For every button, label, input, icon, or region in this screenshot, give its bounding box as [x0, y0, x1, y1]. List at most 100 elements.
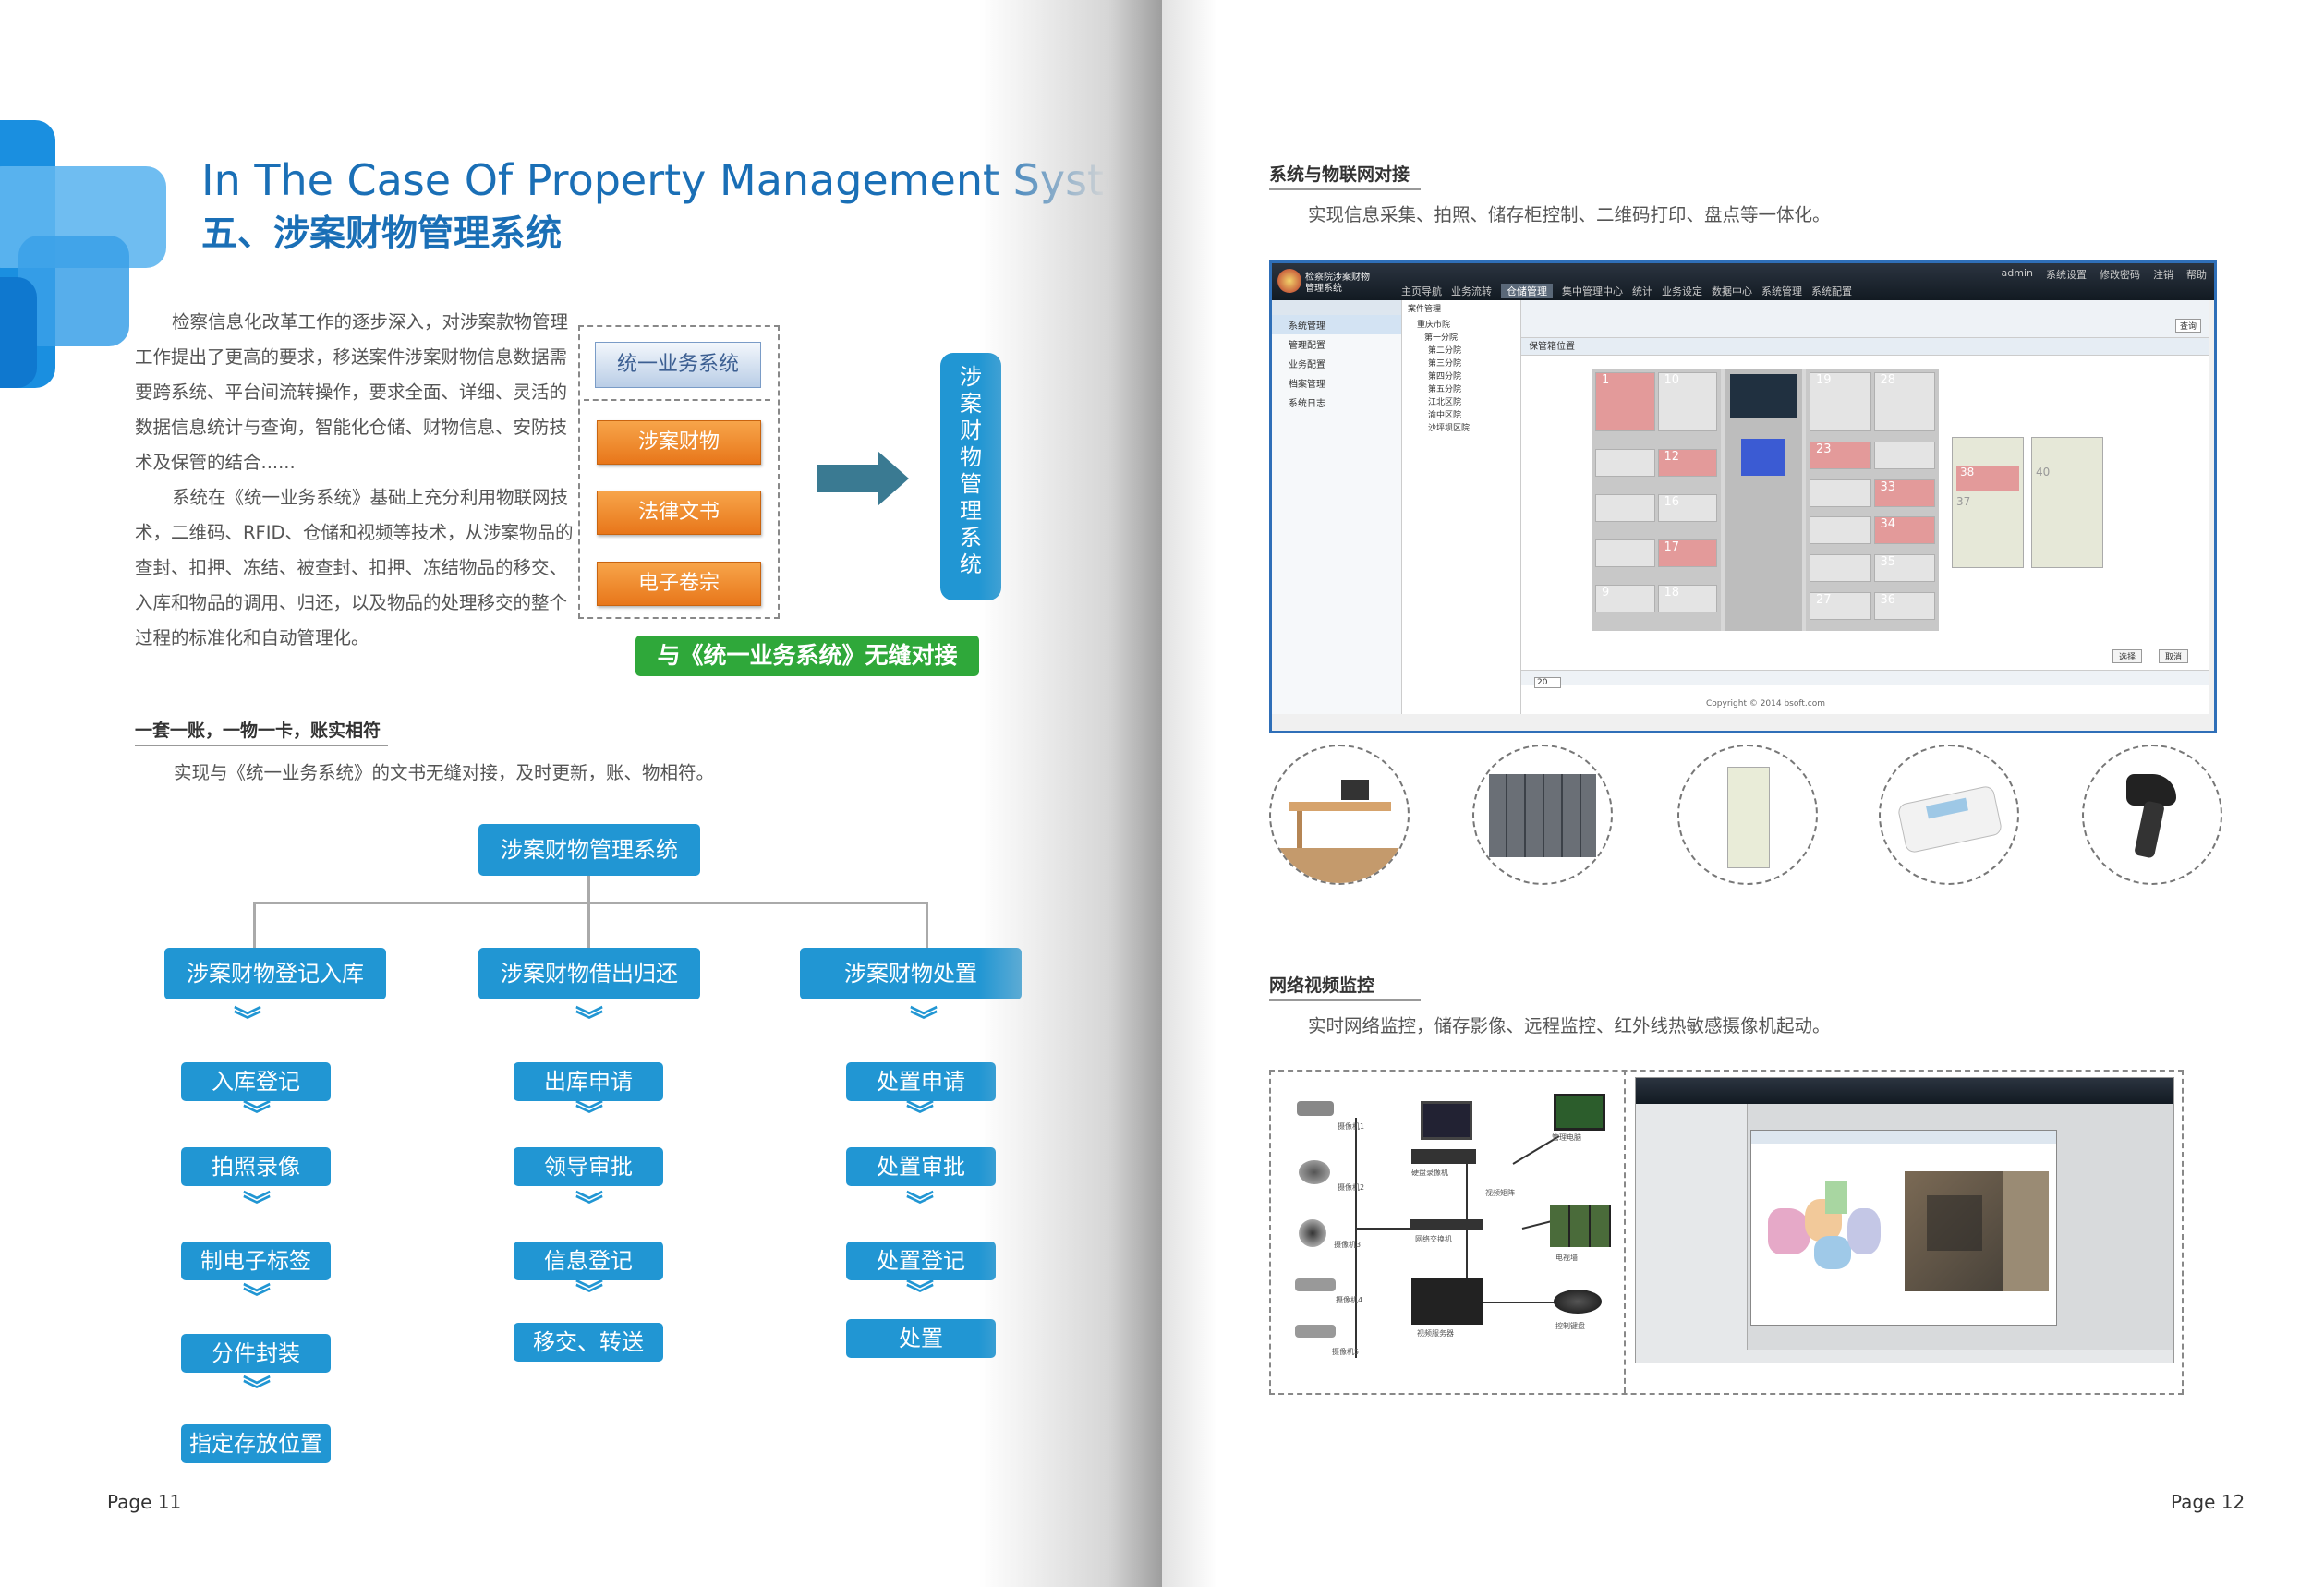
- locker-cell[interactable]: 34: [1873, 516, 1935, 545]
- top-link[interactable]: admin: [2002, 267, 2033, 282]
- app-tab[interactable]: 数据中心: [1712, 284, 1752, 298]
- sidebar-item[interactable]: 档案管理: [1272, 373, 1401, 393]
- intro-line: 要跨系统、平台间流转操作，要求全面、详细、灵活的: [135, 382, 568, 403]
- app-tab[interactable]: 系统管理: [1761, 284, 1802, 298]
- intro-line: 入库和物品的调用、归还，以及物品的处理移交的整个: [135, 592, 568, 613]
- page-size-select[interactable]: 20: [1534, 677, 1562, 688]
- app-tab[interactable]: 系统配置: [1811, 284, 1852, 298]
- app-tab[interactable]: 业务流转: [1451, 284, 1492, 298]
- app-tab[interactable]: 主页导航: [1401, 284, 1442, 298]
- intro-line: 数据信息统计与查询，智能化仓储、财物信息、安防技: [135, 417, 568, 438]
- camera-feed: [1905, 1171, 2049, 1291]
- diagram-divider: [584, 399, 770, 401]
- flow-col-head: 涉案财物借出归还: [478, 948, 700, 999]
- app-tab-active[interactable]: 仓储管理: [1501, 284, 1553, 298]
- locker-cell[interactable]: 28: [1873, 372, 1935, 431]
- cabinet-drawer[interactable]: 37: [1956, 495, 2019, 508]
- select-button[interactable]: 选择: [2112, 649, 2143, 663]
- app-header: 检察院涉案财物管理系统 主页导航 业务流转 仓储管理 集中管理中心 统计 业务设…: [1272, 263, 2214, 300]
- tree-item[interactable]: 第二分院: [1402, 345, 1520, 357]
- top-link[interactable]: 系统设置: [2046, 267, 2087, 282]
- section2-heading: 系统与物联网对接: [1269, 164, 1410, 185]
- locker-cell[interactable]: [1810, 554, 1871, 583]
- flow-step: 领导审批: [514, 1147, 663, 1186]
- locker-cell[interactable]: [1595, 449, 1655, 477]
- sidebar-item[interactable]: 管理配置: [1272, 334, 1401, 354]
- locker-cell[interactable]: 36: [1873, 592, 1935, 621]
- locker-cell[interactable]: 23: [1810, 441, 1871, 469]
- top-link[interactable]: 注销: [2153, 267, 2173, 282]
- flow-connector: [587, 902, 590, 948]
- sidebar-header: [1272, 300, 1401, 315]
- seamless-badge: 与《统一业务系统》无缝对接: [635, 636, 979, 676]
- chevron-down-icon: ︾: [575, 1099, 603, 1132]
- locker-cell[interactable]: 27: [1810, 592, 1871, 621]
- decor-square-4: [0, 277, 37, 388]
- intro-line: 工作提出了更高的要求，移送案件涉案财物信息数据需: [135, 346, 568, 368]
- tree-item[interactable]: 沙坪坝区院: [1402, 422, 1520, 435]
- app-tabs: 主页导航 业务流转 仓储管理 集中管理中心 统计 业务设定 数据中心 系统管理 …: [1401, 284, 1852, 298]
- app-tab[interactable]: 业务设定: [1662, 284, 1702, 298]
- locker-cell[interactable]: [1810, 516, 1871, 545]
- tree-item[interactable]: 第三分院: [1402, 357, 1520, 370]
- monitoring-header: [1636, 1078, 2173, 1104]
- tree-root[interactable]: 案件管理: [1402, 300, 1520, 319]
- net-label: 管理电脑: [1552, 1133, 1581, 1142]
- flow-step: 处置申请: [846, 1062, 996, 1101]
- app-tab[interactable]: 统计: [1632, 284, 1652, 298]
- tree-item[interactable]: 渝中区院: [1402, 409, 1520, 422]
- tree-item[interactable]: 第五分院: [1402, 383, 1520, 396]
- tree-item[interactable]: 江北区院: [1402, 396, 1520, 409]
- right-arrow-icon: [817, 451, 909, 506]
- locker-cell[interactable]: [1595, 494, 1655, 522]
- locker-cell[interactable]: 1: [1595, 372, 1655, 431]
- book-spine-shadow-right: [1162, 0, 1217, 1587]
- locker-cell[interactable]: 18: [1657, 585, 1717, 612]
- cancel-button[interactable]: 取消: [2159, 649, 2189, 663]
- cabinet-drawer[interactable]: 38: [1956, 466, 2019, 491]
- item-legal-docs: 法律文书: [597, 491, 761, 535]
- section1-desc: 实现与《统一业务系统》的文书无缝对接，及时更新，账、物相符。: [174, 762, 715, 783]
- cabinet-drawer[interactable]: 40: [2036, 466, 2099, 479]
- camera-icon: [1297, 1101, 1334, 1116]
- locker-cell[interactable]: 33: [1873, 479, 1935, 507]
- device-file-cabinet: [1677, 745, 1818, 885]
- app-tab[interactable]: 集中管理中心: [1562, 284, 1623, 298]
- chevron-down-icon: ︾: [575, 1190, 603, 1222]
- intro-line: 术及保管的结合......: [135, 452, 296, 473]
- page-number-right: Page 12: [2171, 1491, 2245, 1513]
- locker-cell[interactable]: 35: [1873, 554, 1935, 583]
- server-icon: [1411, 1278, 1483, 1325]
- locker-cell[interactable]: 12: [1657, 449, 1717, 477]
- net-label: 摄像机3: [1334, 1241, 1362, 1249]
- locker-cell[interactable]: 17: [1657, 539, 1717, 567]
- item-property: 涉案财物: [597, 420, 761, 465]
- sidebar-item[interactable]: 系统管理: [1272, 315, 1401, 334]
- top-link[interactable]: 帮助: [2186, 267, 2207, 282]
- locker-cell[interactable]: 16: [1657, 494, 1717, 522]
- monitoring-dialog: [1750, 1130, 2057, 1326]
- tree-item[interactable]: 第一分院: [1402, 332, 1520, 345]
- flow-connector: [926, 902, 928, 948]
- locker-cell[interactable]: [1810, 479, 1871, 507]
- top-link[interactable]: 修改密码: [2100, 267, 2140, 282]
- section3-heading: 网络视频监控: [1269, 975, 1375, 996]
- file-cabinet: 38 37: [1952, 437, 2024, 568]
- sidebar-item[interactable]: 业务配置: [1272, 354, 1401, 373]
- locker-right-bank: 19 28 23 33 34 35 27 36: [1806, 369, 1939, 631]
- search-button[interactable]: 查询: [2174, 319, 2201, 333]
- tree-item[interactable]: 重庆市院: [1402, 319, 1520, 332]
- section1-underline: [135, 745, 388, 746]
- flow-step: 处置审批: [846, 1147, 996, 1186]
- locker-cell[interactable]: [1873, 441, 1935, 469]
- district-map: [1759, 1171, 1897, 1291]
- intro-line: 过程的标准化和自动管理化。: [135, 627, 369, 648]
- emblem-icon: [1277, 269, 1301, 293]
- locker-cell[interactable]: [1595, 539, 1655, 567]
- locker-cell[interactable]: 9: [1595, 585, 1655, 612]
- locker-cell[interactable]: 10: [1657, 372, 1717, 431]
- locker-cell[interactable]: 19: [1810, 372, 1871, 431]
- device-locker-wall: [1472, 745, 1613, 885]
- tree-item[interactable]: 第四分院: [1402, 370, 1520, 383]
- sidebar-item[interactable]: 系统日志: [1272, 393, 1401, 412]
